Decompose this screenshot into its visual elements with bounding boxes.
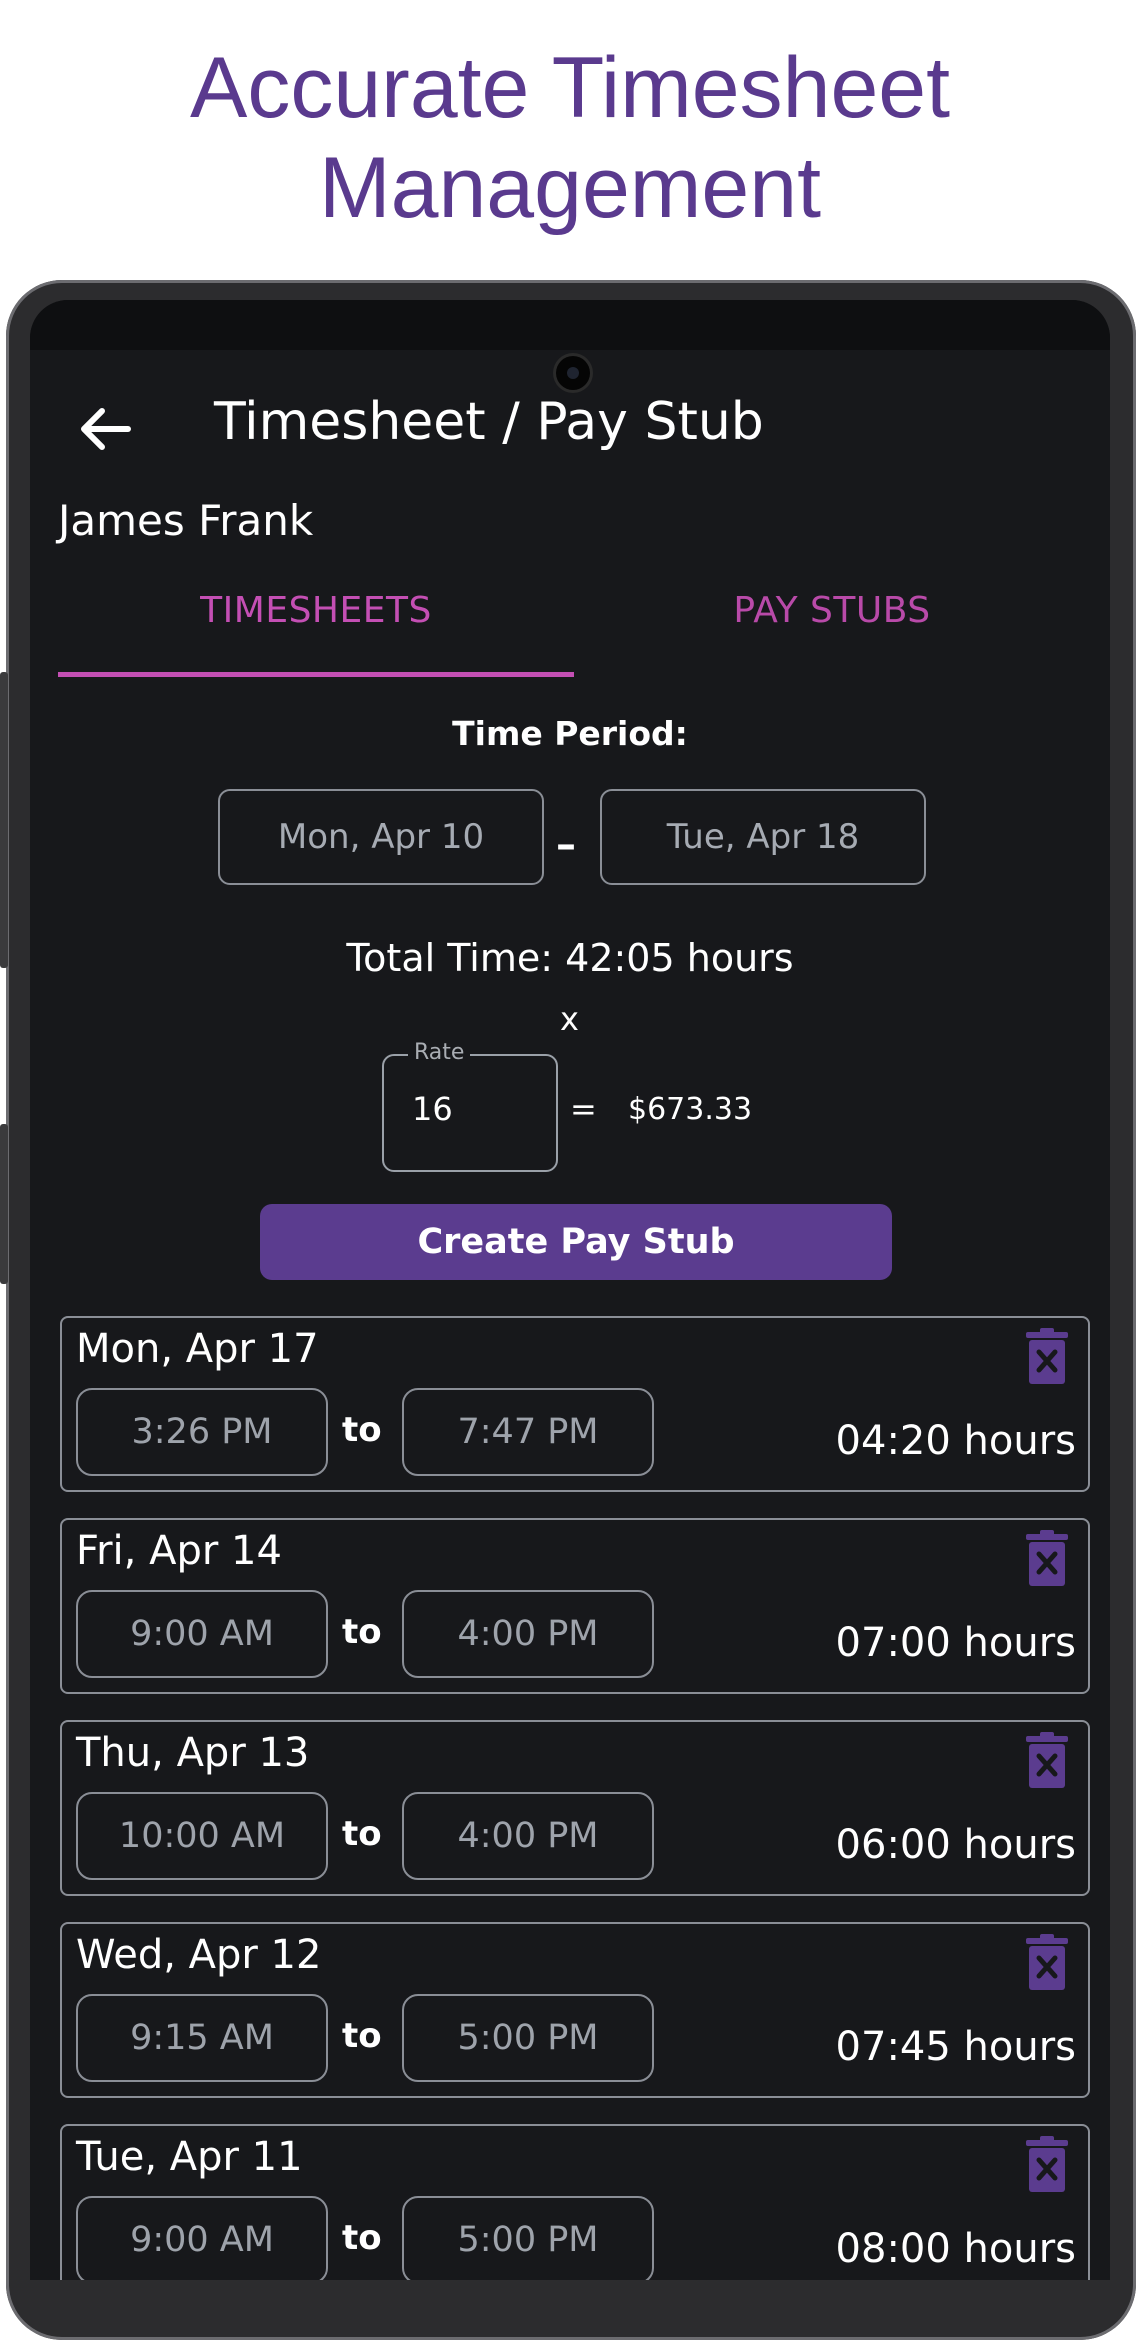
rate-field[interactable]: Rate 16 — [382, 1040, 558, 1172]
total-time-value: 42:05 hours — [565, 936, 794, 980]
start-time-field[interactable]: 9:00 AM — [76, 1590, 328, 1678]
end-time-field[interactable]: 4:00 PM — [402, 1590, 654, 1678]
timesheet-entry: Wed, Apr 12 9:15 AM to 5:00 PM 07:45 hou… — [60, 1922, 1090, 2098]
start-time-field[interactable]: 9:15 AM — [76, 1994, 328, 2082]
app-screen: Timesheet / Pay Stub James Frank TIMESHE… — [30, 300, 1110, 2280]
headline-line-1: Accurate Timesheet — [189, 40, 951, 136]
entry-date: Tue, Apr 11 — [76, 2134, 303, 2180]
timesheet-entry: Tue, Apr 11 9:00 AM to 5:00 PM 08:00 hou… — [60, 2124, 1090, 2280]
tab-pay-stubs[interactable]: PAY STUBS — [574, 590, 1090, 631]
to-label: to — [342, 1814, 382, 1854]
trash-icon[interactable] — [1024, 2136, 1070, 2194]
timesheet-entry: Fri, Apr 14 9:00 AM to 4:00 PM 07:00 hou… — [60, 1518, 1090, 1694]
to-label: to — [342, 2016, 382, 2056]
trash-icon[interactable] — [1024, 1732, 1070, 1790]
end-time-field[interactable]: 5:00 PM — [402, 2196, 654, 2280]
entry-hours: 04:20 hours — [835, 1418, 1076, 1464]
multiply-sign: x — [560, 1000, 579, 1038]
entry-hours: 07:00 hours — [835, 1620, 1076, 1666]
phone-side-button — [0, 672, 8, 968]
entry-date: Fri, Apr 14 — [76, 1528, 282, 1574]
rate-label: Rate — [408, 1040, 471, 1065]
total-time-label: Total Time: — [346, 936, 554, 980]
to-label: to — [342, 2218, 382, 2258]
trash-icon[interactable] — [1024, 1934, 1070, 1992]
promo-headline: Accurate Timesheet Management — [0, 38, 1140, 238]
camera-icon — [556, 356, 590, 390]
entry-date: Wed, Apr 12 — [76, 1932, 322, 1978]
entry-date: Thu, Apr 13 — [76, 1730, 310, 1776]
entry-hours: 08:00 hours — [835, 2226, 1076, 2272]
entry-date: Mon, Apr 17 — [76, 1326, 319, 1372]
timesheet-entry: Mon, Apr 17 3:26 PM to 7:47 PM 04:20 hou… — [60, 1316, 1090, 1492]
start-time-field[interactable]: 10:00 AM — [76, 1792, 328, 1880]
page-title: Timesheet / Pay Stub — [214, 392, 764, 452]
phone-side-button — [0, 1124, 8, 1284]
end-time-field[interactable]: 4:00 PM — [402, 1792, 654, 1880]
entry-hours: 07:45 hours — [835, 2024, 1076, 2070]
to-label: to — [342, 1612, 382, 1652]
tab-indicator — [58, 672, 574, 677]
rate-value[interactable]: 16 — [412, 1090, 453, 1128]
period-end-field[interactable]: Tue, Apr 18 — [600, 789, 926, 885]
entry-hours: 06:00 hours — [835, 1822, 1076, 1868]
total-time: Total Time: 42:05 hours — [30, 936, 1110, 980]
start-time-field[interactable]: 3:26 PM — [76, 1388, 328, 1476]
start-time-field[interactable]: 9:00 AM — [76, 2196, 328, 2280]
time-period-label: Time Period: — [452, 714, 688, 753]
equals-sign: = — [570, 1090, 597, 1128]
trash-icon[interactable] — [1024, 1328, 1070, 1386]
to-label: to — [342, 1410, 382, 1450]
period-start-field[interactable]: Mon, Apr 10 — [218, 789, 544, 885]
tab-timesheets[interactable]: TIMESHEETS — [58, 590, 574, 631]
timesheet-entry: Thu, Apr 13 10:00 AM to 4:00 PM 06:00 ho… — [60, 1720, 1090, 1896]
employee-name: James Frank — [58, 496, 314, 545]
period-separator: – — [556, 822, 576, 868]
create-pay-stub-button[interactable]: Create Pay Stub — [260, 1204, 892, 1280]
headline-line-2: Management — [319, 140, 821, 236]
end-time-field[interactable]: 7:47 PM — [402, 1388, 654, 1476]
pay-amount: $673.33 — [628, 1092, 753, 1127]
status-bar — [30, 300, 1110, 350]
arrow-left-icon[interactable] — [72, 396, 138, 462]
end-time-field[interactable]: 5:00 PM — [402, 1994, 654, 2082]
trash-icon[interactable] — [1024, 1530, 1070, 1588]
